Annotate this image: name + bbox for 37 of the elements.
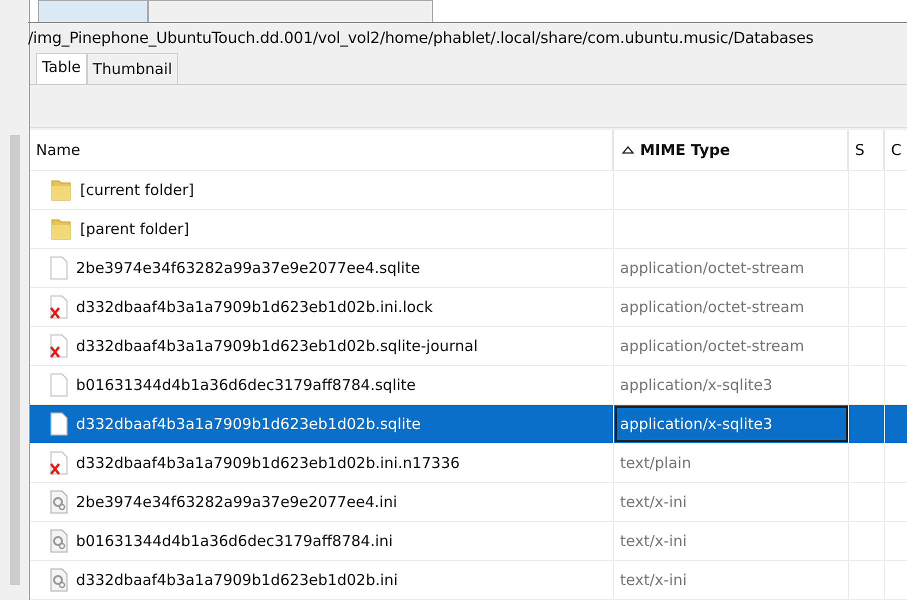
file-name: d332dbaaf4b3a1a7909b1d623eb1d02b.ini.lock (76, 298, 433, 316)
table-row[interactable]: d332dbaaf4b3a1a7909b1d623eb1d02b.sqlite-journal application/octet-stream (30, 327, 907, 366)
view-tab[interactable]: Thumbnail (86, 53, 178, 84)
mime-type: application/octet-stream (620, 298, 804, 316)
table-row[interactable]: b01631344d4b1a36d6dec3179aff8784.ini text/x-ini (30, 522, 907, 561)
mime-type: text/plain (620, 454, 692, 472)
file-name: d332dbaaf4b3a1a7909b1d623eb1d02b.ini.n17336 (76, 454, 460, 472)
view-tab[interactable]: Table (36, 53, 87, 84)
column-header[interactable]: S (849, 130, 885, 170)
mime-type: text/x-ini (620, 571, 687, 589)
file-name: 2be3974e34f63282a99a37e9e2077ee4.ini (76, 493, 398, 511)
mime-type: text/x-ini (620, 493, 687, 511)
table-row[interactable]: d332dbaaf4b3a1a7909b1d623eb1d02b.sqlite application/x-sqlite3 (30, 405, 907, 444)
table-row[interactable]: d332dbaaf4b3a1a7909b1d623eb1d02b.ini text/x-ini (30, 561, 907, 600)
table-row[interactable]: d332dbaaf4b3a1a7909b1d623eb1d02b.ini.lock application/octet-stream (30, 288, 907, 327)
mime-type: application/octet-stream (620, 259, 804, 277)
table-row[interactable]: [parent folder] (30, 210, 907, 249)
table-row[interactable]: 2be3974e34f63282a99a37e9e2077ee4.ini text/x-ini (30, 483, 907, 522)
file-name: b01631344d4b1a36d6dec3179aff8784.sqlite (76, 376, 416, 394)
table-row[interactable]: d332dbaaf4b3a1a7909b1d623eb1d02b.ini.n17336 text/plain (30, 444, 907, 483)
mime-type: text/x-ini (620, 532, 687, 550)
file-name: b01631344d4b1a36d6dec3179aff8784.ini (76, 532, 393, 550)
file-name: d332dbaaf4b3a1a7909b1d623eb1d02b.sqlite (76, 415, 421, 433)
mime-type: application/x-sqlite3 (620, 376, 772, 394)
mime-type: application/x-sqlite3 (620, 415, 772, 433)
table-row[interactable]: 2be3974e34f63282a99a37e9e2077ee4.sqlite application/octet-stream (30, 249, 907, 288)
column-header[interactable]: MIME Type (614, 130, 849, 170)
column-header[interactable]: C (885, 130, 907, 170)
file-name: 2be3974e34f63282a99a37e9e2077ee4.sqlite (76, 259, 420, 277)
column-header[interactable]: Name (30, 130, 614, 170)
file-name: [parent folder] (80, 220, 190, 238)
file-name: d332dbaaf4b3a1a7909b1d623eb1d02b.ini (76, 571, 398, 589)
path-label: /img_Pinephone_UbuntuTouch.dd.001/vol_vol2/home/phablet/.local/share/com.ubuntu.music/Databases (28, 22, 907, 47)
file-name: d332dbaaf4b3a1a7909b1d623eb1d02b.sqlite-journal (76, 337, 478, 355)
file-name: [current folder] (80, 181, 194, 199)
table-row[interactable]: [current folder] (30, 171, 907, 210)
mime-type: application/octet-stream (620, 337, 804, 355)
